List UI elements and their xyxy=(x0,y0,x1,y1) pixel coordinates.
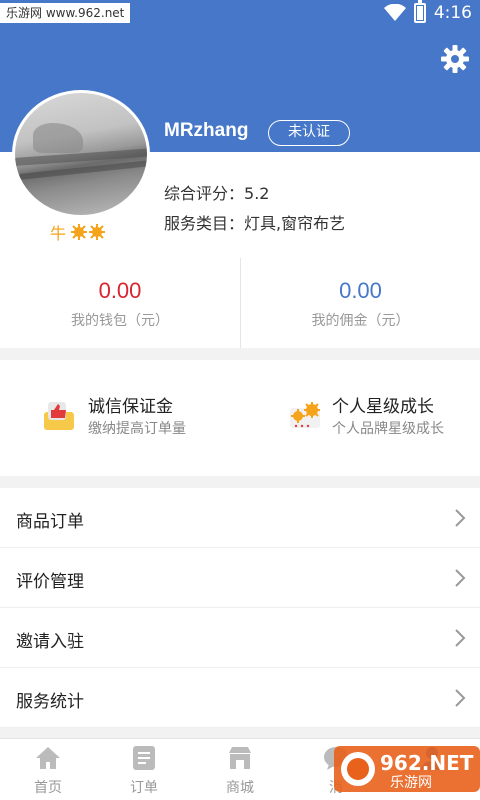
promo-deposit-title: 诚信保证金 xyxy=(88,397,173,417)
tab-label: 订单 xyxy=(130,780,158,796)
level-badge: 牛 xyxy=(50,220,110,244)
level-stars-icon xyxy=(71,224,106,240)
promo-star-subtitle: 个人品牌星级成长 xyxy=(332,421,444,437)
stars-icon xyxy=(290,402,320,428)
avatar[interactable] xyxy=(12,90,150,218)
status-time: 4:16 xyxy=(433,3,472,23)
tab-label: 商城 xyxy=(226,780,254,796)
profile-page: 乐游网 www.962.net 4:16 牛 MRzhang 未认证 综合评分：… xyxy=(0,0,480,800)
rating-label: 综合评分： xyxy=(164,184,245,203)
watermark-logo: 962.NET 乐游网 xyxy=(334,746,480,792)
rating-row: 综合评分：5.2 xyxy=(164,180,269,204)
chevron-right-icon xyxy=(455,689,466,707)
tab-orders[interactable]: 订单 xyxy=(96,739,192,800)
tab-home[interactable]: 首页 xyxy=(0,739,96,800)
wallet-commission[interactable]: 0.00 我的佣金（元） xyxy=(240,258,480,348)
menu-item-invite[interactable]: 邀请入驻 xyxy=(0,608,480,668)
verify-status-badge[interactable]: 未认证 xyxy=(268,120,350,146)
menu-item-product-orders[interactable]: 商品订单 xyxy=(0,488,480,548)
balance-value: 0.00 xyxy=(98,278,142,303)
menu-item-review-management[interactable]: 评价管理 xyxy=(0,548,480,608)
wallet-balance[interactable]: 0.00 我的钱包（元） xyxy=(0,258,240,348)
rating-value: 5.2 xyxy=(244,184,270,203)
promo-row: 诚信保证金 缴纳提高订单量 个人星级成长 个人品牌星级成长 xyxy=(0,360,480,476)
watermark-label: 乐游网 www.962.net xyxy=(0,3,131,23)
menu-item-label: 评价管理 xyxy=(16,572,84,592)
tab-label: 首页 xyxy=(34,780,62,796)
service-label: 服务类目： xyxy=(164,214,245,233)
status-bar: 乐游网 www.962.net 4:16 xyxy=(0,0,480,26)
menu-item-label: 邀请入驻 xyxy=(16,632,84,652)
service-row: 服务类目：灯具,窗帘布艺 xyxy=(164,210,345,234)
service-value: 灯具,窗帘布艺 xyxy=(244,214,346,233)
balance-label: 我的钱包（元） xyxy=(71,313,169,329)
wifi-icon xyxy=(383,4,406,21)
battery-icon xyxy=(413,0,426,23)
chevron-right-icon xyxy=(455,569,466,587)
svg-text:962.NET: 962.NET xyxy=(380,751,474,775)
menu-item-service-stats[interactable]: 服务统计 xyxy=(0,668,480,728)
status-icons: 4:16 xyxy=(383,0,472,24)
promo-star-title: 个人星级成长 xyxy=(332,397,434,417)
menu-list: 商品订单 评价管理 邀请入驻 服务统计 xyxy=(0,488,480,728)
wallet-row: 0.00 我的钱包（元） 0.00 我的佣金（元） xyxy=(0,258,480,348)
menu-item-label: 服务统计 xyxy=(16,692,84,712)
menu-item-label: 商品订单 xyxy=(16,512,84,532)
commission-value: 0.00 xyxy=(339,278,382,303)
home-icon xyxy=(36,747,60,769)
store-icon xyxy=(229,747,251,769)
username: MRzhang xyxy=(164,120,249,141)
chevron-right-icon xyxy=(455,629,466,647)
order-icon xyxy=(133,746,155,770)
svg-text:乐游网: 乐游网 xyxy=(390,775,432,791)
thumbs-up-icon xyxy=(44,402,74,430)
tab-store[interactable]: 商城 xyxy=(192,739,288,800)
chevron-right-icon xyxy=(455,509,466,527)
settings-gear-icon[interactable] xyxy=(440,44,470,74)
level-label: 牛 xyxy=(50,224,67,243)
commission-label: 我的佣金（元） xyxy=(311,313,410,329)
promo-deposit-subtitle: 缴纳提高订单量 xyxy=(88,421,186,437)
